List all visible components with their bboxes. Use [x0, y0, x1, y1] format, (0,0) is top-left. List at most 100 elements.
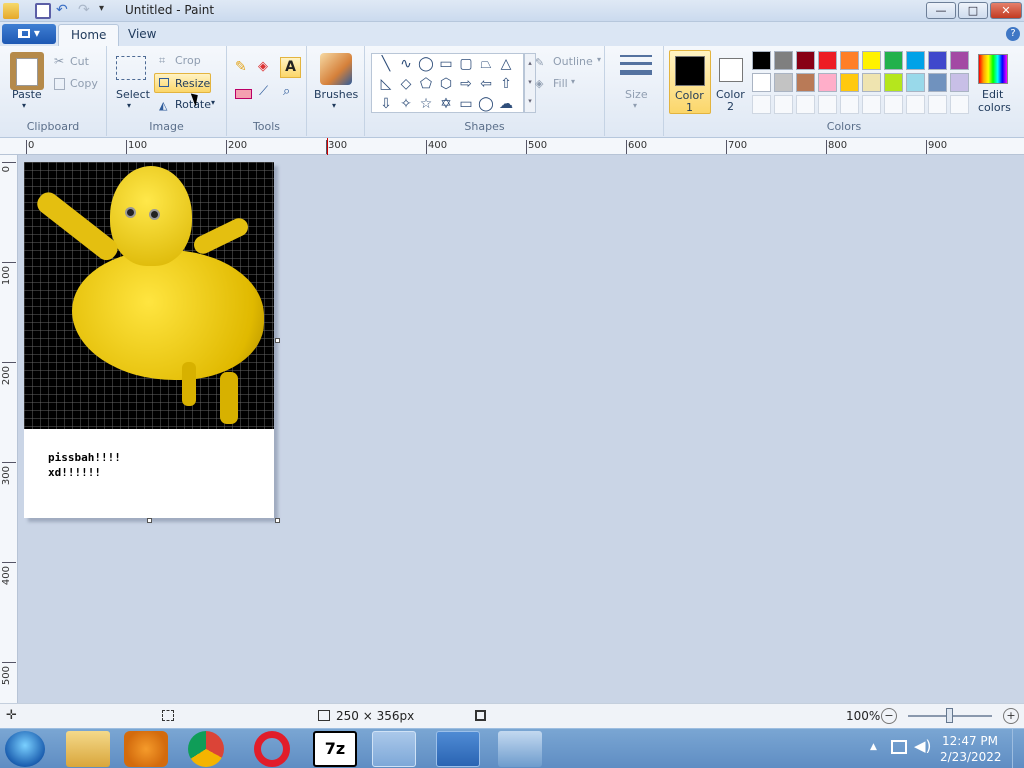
- edit-colors-label-line1[interactable]: Edit: [982, 88, 1003, 101]
- color2-button[interactable]: Color 2: [716, 50, 748, 114]
- rectangle-shape-icon[interactable]: ▭: [436, 54, 456, 74]
- right-triangle-shape-icon[interactable]: ◺: [376, 74, 396, 94]
- media-player-icon[interactable]: [124, 731, 168, 767]
- brushes-icon[interactable]: [320, 53, 352, 85]
- pentagon-shape-icon[interactable]: ⬠: [416, 74, 436, 94]
- computer-icon[interactable]: [498, 731, 542, 767]
- color-swatch[interactable]: [796, 51, 815, 70]
- network-icon[interactable]: [891, 740, 907, 754]
- edit-colors-icon[interactable]: [978, 54, 1008, 84]
- color-swatch[interactable]: [884, 51, 903, 70]
- fill-bucket-icon[interactable]: ◈: [258, 59, 276, 75]
- 7zip-icon[interactable]: 7z: [313, 731, 357, 767]
- diamond-shape-icon[interactable]: ◇: [396, 74, 416, 94]
- color-swatch[interactable]: [752, 51, 771, 70]
- custom-color-slot[interactable]: [950, 95, 969, 114]
- paste-dropdown-icon[interactable]: ▾: [22, 101, 26, 110]
- custom-color-slot[interactable]: [928, 95, 947, 114]
- cloud-callout-shape-icon[interactable]: ☁: [496, 94, 516, 114]
- down-arrow-shape-icon[interactable]: ⇩: [376, 94, 396, 114]
- curve-shape-icon[interactable]: ∿: [396, 54, 416, 74]
- canvas-resize-handle-bottom[interactable]: [147, 518, 152, 523]
- color-swatch[interactable]: [796, 73, 815, 92]
- canvas-resize-handle-right[interactable]: [275, 338, 280, 343]
- paint-app-icon[interactable]: [3, 3, 19, 19]
- file-explorer-icon[interactable]: [66, 731, 110, 767]
- paste-icon[interactable]: [10, 52, 44, 90]
- left-arrow-shape-icon[interactable]: ⇦: [476, 74, 496, 94]
- help-icon[interactable]: ?: [1006, 27, 1020, 41]
- select-dropdown-icon[interactable]: ▾: [127, 101, 131, 110]
- pencil-icon[interactable]: ✎: [235, 59, 251, 75]
- custom-color-slot[interactable]: [906, 95, 925, 114]
- color-swatch[interactable]: [840, 51, 859, 70]
- show-desktop-button[interactable]: [1012, 729, 1024, 768]
- color-swatch[interactable]: [862, 51, 881, 70]
- rounded-callout-shape-icon[interactable]: ▭: [456, 94, 476, 114]
- four-point-star-shape-icon[interactable]: ✧: [396, 94, 416, 114]
- custom-color-slot[interactable]: [796, 95, 815, 114]
- color-swatch[interactable]: [928, 73, 947, 92]
- magnifier-icon[interactable]: ⌕: [283, 84, 290, 99]
- maximize-button[interactable]: □: [958, 2, 988, 19]
- color-picker-icon[interactable]: ⟋: [259, 84, 268, 99]
- up-arrow-shape-icon[interactable]: ⇧: [496, 74, 516, 94]
- rotate-dropdown-icon[interactable]: ▾: [211, 98, 215, 107]
- select-button[interactable]: Select: [116, 88, 150, 101]
- color-swatch[interactable]: [774, 51, 793, 70]
- rotate-icon[interactable]: ◭: [159, 99, 167, 112]
- zoom-in-button[interactable]: +: [1003, 708, 1019, 724]
- canvas-resize-handle-corner[interactable]: [275, 518, 280, 523]
- oval-callout-shape-icon[interactable]: ◯: [476, 94, 496, 114]
- five-point-star-shape-icon[interactable]: ☆: [416, 94, 436, 114]
- chrome-icon[interactable]: [188, 731, 224, 767]
- text-tool-icon[interactable]: A: [280, 57, 301, 78]
- start-button[interactable]: [5, 731, 45, 767]
- color-swatch[interactable]: [752, 73, 771, 92]
- custom-color-slot[interactable]: [774, 95, 793, 114]
- opera-icon[interactable]: [254, 731, 290, 767]
- color1-button[interactable]: Color 1: [669, 50, 711, 114]
- close-button[interactable]: ✕: [990, 2, 1022, 19]
- six-point-star-shape-icon[interactable]: ✡: [436, 94, 456, 114]
- color-swatch[interactable]: [840, 73, 859, 92]
- hexagon-shape-icon[interactable]: ⬡: [436, 74, 456, 94]
- volume-icon[interactable]: ◀): [914, 737, 931, 755]
- eraser-icon[interactable]: [235, 89, 252, 99]
- polygon-shape-icon[interactable]: ⏢: [476, 54, 496, 74]
- oval-shape-icon[interactable]: ◯: [416, 54, 436, 74]
- color-swatch[interactable]: [862, 73, 881, 92]
- line-shape-icon[interactable]: ╲: [376, 54, 396, 74]
- paste-button[interactable]: Paste: [12, 88, 42, 101]
- zoom-out-button[interactable]: −: [881, 708, 897, 724]
- color-swatch[interactable]: [950, 73, 969, 92]
- select-icon[interactable]: [116, 56, 146, 80]
- custom-color-slot[interactable]: [862, 95, 881, 114]
- clock[interactable]: 12:47 PM 2/23/2022: [940, 733, 1002, 765]
- custom-color-slot[interactable]: [840, 95, 859, 114]
- color-swatch[interactable]: [928, 51, 947, 70]
- color-swatch[interactable]: [774, 73, 793, 92]
- edit-colors-label-line2[interactable]: colors: [978, 101, 1011, 114]
- tab-home[interactable]: Home: [58, 24, 120, 46]
- zoom-slider-thumb[interactable]: [946, 708, 953, 723]
- brushes-dropdown-icon[interactable]: ▾: [332, 101, 336, 110]
- color-swatch[interactable]: [818, 51, 837, 70]
- right-arrow-shape-icon[interactable]: ⇨: [456, 74, 476, 94]
- app-menu-button[interactable]: ▾: [2, 24, 56, 44]
- show-hidden-icons-icon[interactable]: ▲: [870, 742, 877, 752]
- custom-color-slot[interactable]: [752, 95, 771, 114]
- color-swatch[interactable]: [906, 73, 925, 92]
- shapes-gallery[interactable]: ╲ ∿ ◯ ▭ ▢ ⏢ △ ◺ ◇ ⬠ ⬡ ⇨ ⇦ ⇧ ⇩ ✧ ☆ ✡ ▭ ◯ ☁: [371, 53, 524, 113]
- resize-button[interactable]: Resize: [154, 73, 211, 93]
- save-icon[interactable]: [35, 3, 51, 19]
- brushes-button[interactable]: Brushes: [314, 88, 358, 101]
- triangle-shape-icon[interactable]: △: [496, 54, 516, 74]
- control-panel-icon[interactable]: [436, 731, 480, 767]
- minimize-button[interactable]: —: [926, 2, 956, 19]
- tab-view[interactable]: View: [116, 24, 168, 46]
- customize-qat-icon[interactable]: ▾: [99, 3, 115, 19]
- rounded-rectangle-shape-icon[interactable]: ▢: [456, 54, 476, 74]
- color-swatch[interactable]: [818, 73, 837, 92]
- color-swatch[interactable]: [884, 73, 903, 92]
